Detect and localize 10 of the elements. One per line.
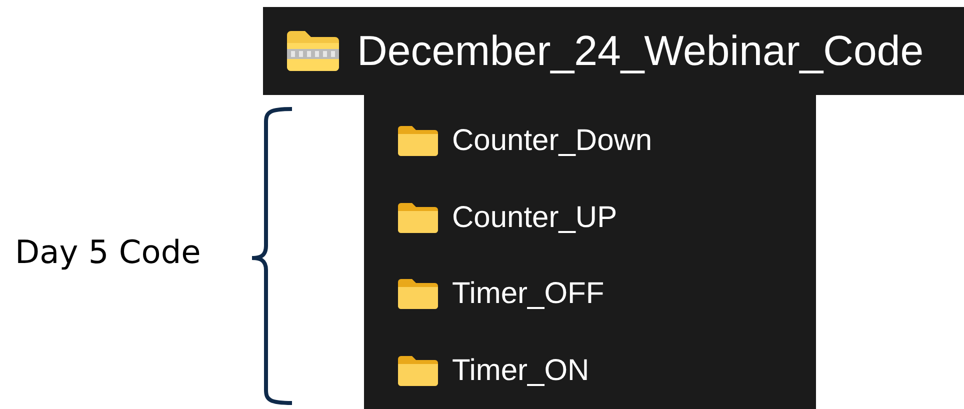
folder-icon — [398, 202, 438, 233]
folder-name[interactable]: Timer_ON — [452, 356, 590, 386]
folder-icon — [398, 356, 438, 386]
folder-icon — [398, 126, 438, 156]
zip-folder-icon — [285, 29, 341, 73]
folder-icon — [398, 279, 438, 310]
folder-name[interactable]: Counter_Down — [452, 126, 652, 156]
folder-name[interactable]: Timer_OFF — [452, 279, 604, 310]
folder-name[interactable]: Counter_UP — [452, 202, 618, 233]
annotation-label: Day 5 Code — [14, 232, 202, 273]
